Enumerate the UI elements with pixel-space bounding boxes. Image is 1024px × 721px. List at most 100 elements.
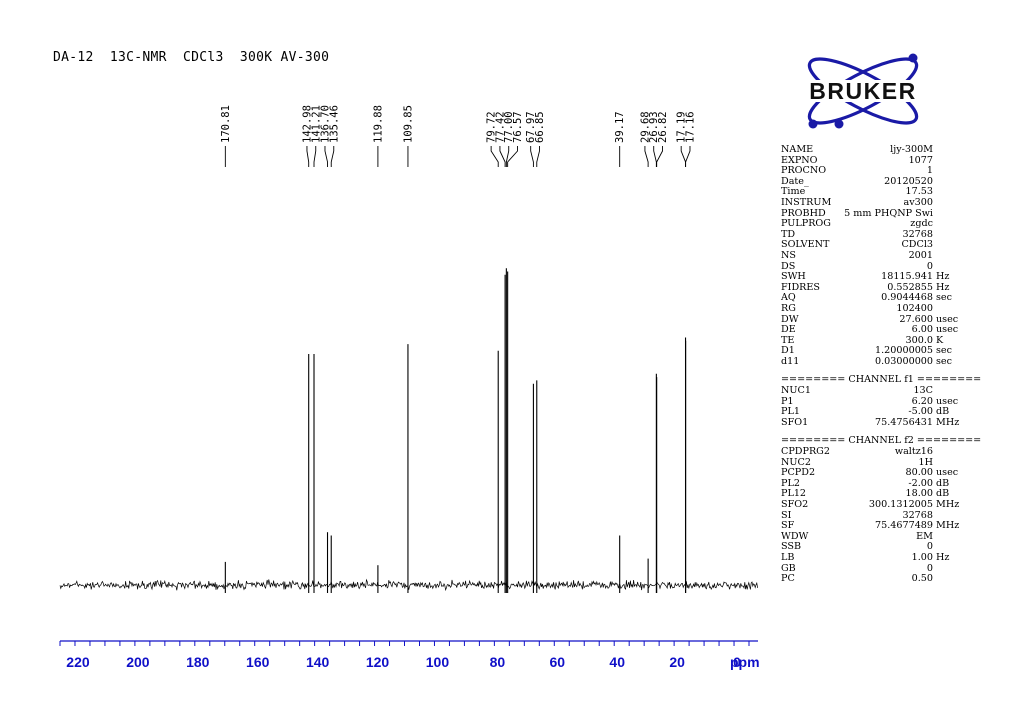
param-value: EM [916,530,933,542]
x-tick-label: 40 [609,654,625,670]
x-tick-label: 220 [66,654,90,670]
param-unit [933,198,966,209]
param-name: PC [781,573,795,585]
param-unit [933,447,966,458]
spectrum-trace-layer [59,268,758,593]
param-name: SFO2 [781,499,809,510]
param-unit [933,145,966,156]
params-block-channel-f1: NUC1 13C P1 6.20 usec PL1 -5.00 dB SFO1 75.475643… [781,385,966,429]
param-row: NAME ljy-300M [781,144,966,156]
param-unit [933,564,966,575]
peak-label-leader [530,146,534,167]
x-tick-label: 140 [306,654,330,670]
param-value: 75.4756431 [875,416,933,428]
param-unit [933,230,966,241]
param-unit: MHz [936,499,960,510]
params-block-channel-f2: CPDPRG2 waltz16 NUC2 1H PCPD2 80.00 usec PL2 -2.… [781,446,966,585]
param-row: LB 1.00 Hz [781,551,966,564]
param-value: 0.50 [911,573,933,585]
param-unit [933,574,966,585]
peak-label: 76.57 [512,111,524,143]
x-tick-label: 100 [426,654,450,670]
peak-label-leader [313,146,317,167]
param-unit: Hz [936,551,950,563]
x-tick-label: 80 [490,654,506,670]
param-row: SOLVENT CDCl3 [781,240,966,251]
param-unit [933,532,966,543]
param-unit [933,304,966,315]
peak-label: 39.17 [614,111,626,143]
ppm-axis: 220 200 180 160 140 120 100 80 60 40 20 0ppm [59,640,760,670]
peak-label-leader [680,146,686,167]
peak-label: 66.85 [534,111,546,143]
param-row: PULPROG zgdc [781,219,966,230]
param-row: RG 102400 [781,302,966,315]
peak-label: 109.85 [402,105,414,143]
param-value: 300.1312005 [868,499,933,510]
peak-label-leader [324,146,328,167]
peak-label: 170.81 [220,105,232,143]
peak-label-leader [536,146,540,167]
logo-text: BRUKER [809,78,916,104]
param-unit [933,156,966,167]
param-unit [933,219,966,230]
peak-label-leader [656,146,663,167]
x-axis-label: ppm [730,654,760,670]
param-row: GB 0 [781,563,966,575]
param-name: LB [781,551,795,563]
param-unit [933,166,966,177]
param-row: SF 75.4677489 MHz [781,521,966,532]
param-unit [933,209,966,220]
param-value: ljy-300M [890,144,933,155]
param-name: INSTRUM [781,196,832,208]
param-unit: MHz [936,520,960,532]
peak-label: 135.46 [328,105,340,143]
peak-label-leader [644,146,649,167]
x-tick-label: 160 [246,654,270,670]
param-row: d11 0.03000000 sec [781,355,966,368]
peak-label-leader [306,146,310,167]
param-row: WDW EM [781,530,966,543]
param-row: NS 2001 [781,249,966,262]
x-tick-label: 60 [549,654,565,670]
param-value: 102400 [896,302,933,314]
peak-label-leader [499,146,506,167]
acquisition-parameters: NAME ljy-300M EXPNO 1077 PROCNO 1 Date_ 2012052… [781,144,981,585]
x-tick-label: 20 [669,654,685,670]
peak-label-leader [653,146,657,167]
param-name: RG [781,302,796,314]
nmr-spectrum-chart: 170.81 142.98141.21136.70135.46 119.88 109.… [59,105,760,670]
param-name: SFO1 [781,416,809,428]
param-unit: sec [936,292,952,304]
params-block-general: NAME ljy-300M EXPNO 1077 PROCNO 1 Date_ 2012052… [781,144,966,368]
param-value: av300 [903,196,933,208]
peak-label: 119.88 [372,105,384,143]
param-value: 1077 [908,154,933,166]
param-value: 0.03000000 [875,355,933,367]
param-row: Date_ 20120520 [781,176,966,188]
param-unit [933,240,966,251]
param-unit: sec [936,355,952,367]
peak-label-layer: 170.81 142.98141.21136.70135.46 119.88 109.… [220,105,696,167]
peak-label-leader [685,146,691,167]
x-tick-label: 200 [126,654,150,670]
param-name: NS [781,249,796,261]
peak-label-leader [490,146,499,167]
param-unit [933,187,966,198]
param-name: d11 [781,355,800,367]
param-unit: MHz [936,416,960,428]
peak-label-leader [330,146,335,167]
param-row: SFO2 300.1312005 MHz [781,499,966,511]
x-tick-label: 180 [186,654,210,670]
param-value: 1.00 [911,551,933,563]
bruker-logo: BRUKER [785,53,941,129]
x-tick-label: 120 [366,654,390,670]
spectrum-baseline [59,578,758,592]
param-row: SFO1 75.4756431 MHz [781,416,966,429]
param-row: AQ 0.9044468 sec [781,293,966,304]
peak-label: 17.16 [684,111,696,143]
param-unit [933,251,966,262]
param-unit [933,177,966,188]
param-row: INSTRUM av300 [781,196,966,209]
param-row: PC 0.50 [781,574,966,585]
